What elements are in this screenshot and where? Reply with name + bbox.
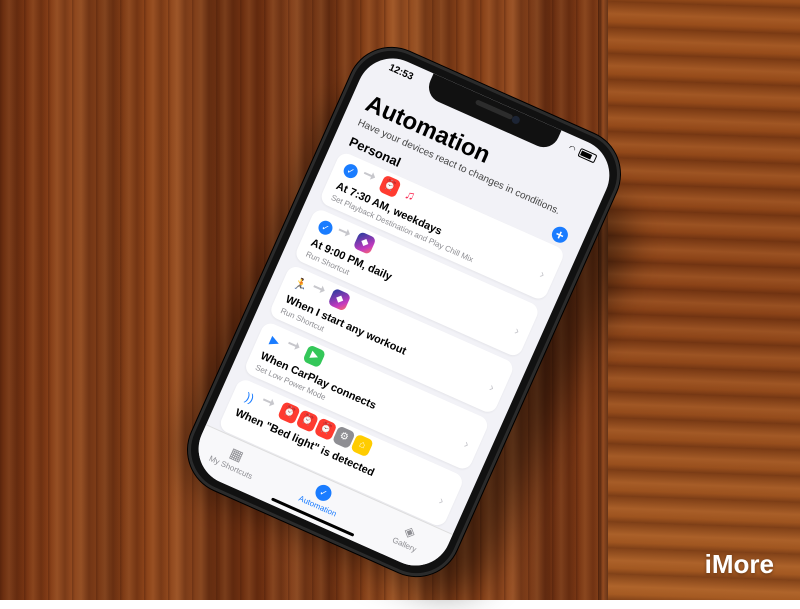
workout-trigger-icon: 🏃 xyxy=(291,275,311,295)
chevron-right-icon: › xyxy=(462,436,472,452)
arrow-icon xyxy=(313,285,324,292)
arrow-icon xyxy=(363,171,374,178)
chevron-right-icon: › xyxy=(537,266,548,282)
shortcuts-icon: ◆ xyxy=(352,231,377,255)
home-icon: ⌂ xyxy=(350,433,374,458)
status-icons: ◠ xyxy=(567,143,598,164)
speaker xyxy=(474,99,514,121)
wifi-icon: ◠ xyxy=(567,143,579,155)
arrow-icon xyxy=(262,398,273,405)
watermark-logo: iMore xyxy=(704,549,774,579)
chevron-right-icon: › xyxy=(512,323,522,338)
carplay-icon: ▶ xyxy=(302,344,327,369)
wooden-board xyxy=(608,0,800,600)
arrow-icon xyxy=(338,228,349,235)
carplay-trigger-icon: ▶ xyxy=(267,332,283,350)
clock-trigger-icon: ✓ xyxy=(316,218,335,238)
status-time: 12:53 xyxy=(386,62,415,83)
arrow-icon xyxy=(288,341,299,348)
music-icon: ♫ xyxy=(398,183,422,208)
add-automation-button[interactable]: + xyxy=(549,224,571,246)
chevron-right-icon: › xyxy=(436,493,447,508)
shortcuts-icon: ◆ xyxy=(327,287,352,312)
sensor-trigger-icon: )) xyxy=(243,389,257,406)
clock-trigger-icon: ✓ xyxy=(341,161,360,181)
battery-icon xyxy=(577,148,598,164)
chevron-right-icon: › xyxy=(487,380,497,395)
clock-icon: ⏰ xyxy=(377,174,402,199)
